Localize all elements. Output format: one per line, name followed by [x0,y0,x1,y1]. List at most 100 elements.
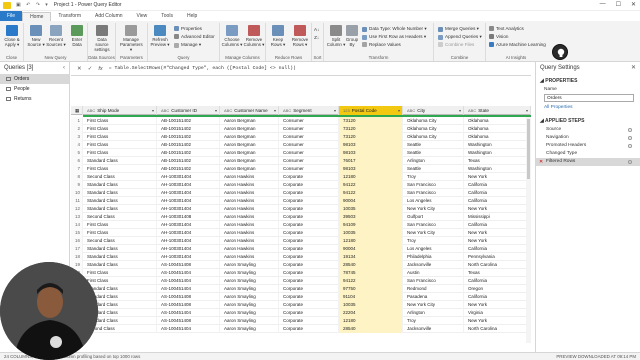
column-type-icon[interactable]: ABC [468,108,476,113]
cancel-formula-icon[interactable]: ✕ [77,66,82,72]
vertical-scrollbar[interactable] [526,117,531,343]
table-cell[interactable]: Seattle [403,141,464,149]
table-cell[interactable]: Aaron Bergman [220,141,279,149]
filter-dropdown-icon[interactable]: ▾ [398,106,400,115]
table-cell[interactable]: Arlington [403,157,464,165]
query-item-people[interactable]: People [0,84,69,94]
table-cell[interactable]: Oklahoma City [403,117,464,125]
table-cell[interactable]: AS-100451408 [157,317,220,325]
column-header[interactable]: ABC Segment ▾ [279,106,339,115]
table-cell[interactable]: Aaron Smayling [220,285,279,293]
filter-dropdown-icon[interactable]: ▾ [526,106,528,115]
table-cell[interactable]: Aaron Hawkins [220,197,279,205]
table-cell[interactable]: 98103 [339,149,403,157]
table-cell[interactable]: AS-100451404 [157,277,220,285]
table-row[interactable]: 1 First Class AB-100151402 Aaron Bergman Con… [71,117,531,125]
table-cell[interactable]: Consumer [279,117,339,125]
table-cell[interactable]: Corporate [279,285,339,293]
table-cell[interactable]: California [464,245,531,253]
table-cell[interactable]: Austin [403,269,464,277]
table-cell[interactable]: New York [464,317,531,325]
table-cell[interactable]: Aaron Bergman [220,125,279,133]
enter-data-button[interactable]: Enter Data [66,25,88,47]
step-promoted-headers[interactable]: Promoted Headers [536,142,640,150]
column-header[interactable]: 123 Postal Code ▾ [339,106,403,115]
table-cell[interactable]: Washington [464,165,531,173]
manage-button[interactable]: Manage ▾ [174,42,201,48]
table-cell[interactable]: 10035 [339,205,403,213]
table-cell[interactable]: AH-100301408 [157,213,220,221]
data-type-dropdown[interactable]: Data Type: Whole Number ▾ [362,26,427,32]
filter-dropdown-icon[interactable]: ▾ [459,106,461,115]
table-row[interactable]: 22Standard ClassAS-100451404Aaron Smayli… [71,285,531,293]
table-cell[interactable]: California [464,189,531,197]
table-cell[interactable]: Oklahoma City [403,133,464,141]
column-header[interactable]: ABC Customer ID ▾ [157,106,220,115]
table-row[interactable]: 26Standard ClassAS-100451408Aaron Smayli… [71,317,531,325]
tab-view[interactable]: View [130,12,155,21]
table-cell[interactable]: Aaron Smayling [220,269,279,277]
table-row[interactable]: 6 Standard Class AB-100151402 Aaron Bergman… [71,157,531,165]
table-cell[interactable]: Corporate [279,181,339,189]
table-cell[interactable]: Aaron Smayling [220,317,279,325]
table-cell[interactable]: 90004 [339,197,403,205]
table-cell[interactable]: Aaron Hawkins [220,229,279,237]
confirm-formula-icon[interactable]: ✓ [88,66,93,72]
table-cell[interactable]: San Francisco [403,277,464,285]
close-settings-icon[interactable]: ✕ [631,62,636,74]
table-cell[interactable]: New York City [403,301,464,309]
table-cell[interactable]: Standard Class [83,197,157,205]
table-cell[interactable]: Corporate [279,253,339,261]
table-cell[interactable]: Corporate [279,317,339,325]
query-name-input[interactable]: Orders [544,94,634,102]
formula-input[interactable]: = Table.SelectRows(#"Changed Type", each… [109,66,296,71]
query-item-returns[interactable]: Returns [0,94,69,104]
table-row[interactable]: 15 First Class AH-100301404 Aaron Hawkins Co… [71,229,531,237]
table-cell[interactable]: 73120 [339,133,403,141]
table-cell[interactable]: Aaron Bergman [220,149,279,157]
table-cell[interactable]: AB-100151402 [157,125,220,133]
table-cell[interactable]: AH-100301404 [157,205,220,213]
table-cell[interactable]: AB-100151402 [157,165,220,173]
table-cell[interactable]: First Class [83,229,157,237]
table-cell[interactable]: AH-100301404 [157,245,220,253]
table-cell[interactable]: Aaron Smayling [220,293,279,301]
table-cell[interactable]: 12180 [339,237,403,245]
table-cell[interactable]: First Class [83,165,157,173]
table-cell[interactable]: AS-100451404 [157,325,220,333]
table-cell[interactable]: Aaron Hawkins [220,245,279,253]
table-corner-menu-icon[interactable]: ▦ [71,106,83,115]
table-cell[interactable]: 28540 [339,325,403,333]
table-row[interactable]: 12 Standard Class AH-100301404 Aaron Hawkin… [71,205,531,213]
table-cell[interactable]: Corporate [279,237,339,245]
first-row-headers-button[interactable]: Use First Row as Headers ▾ [362,34,426,40]
table-cell[interactable]: Redmond [403,285,464,293]
table-cell[interactable]: AB-100151402 [157,133,220,141]
table-cell[interactable]: New York [464,205,531,213]
table-row[interactable]: 17 Standard Class AH-100301404 Aaron Hawkin… [71,245,531,253]
table-row[interactable]: 21First ClassAS-100451404Aaron SmaylingC… [71,277,531,285]
table-cell[interactable]: Aaron Hawkins [220,173,279,181]
table-cell[interactable]: Aaron Bergman [220,165,279,173]
table-cell[interactable]: Corporate [279,197,339,205]
step-settings-gear-icon[interactable] [628,160,632,164]
table-cell[interactable]: Second Class [83,213,157,221]
tab-file[interactable]: File [0,11,23,21]
table-cell[interactable]: Los Angeles [403,197,464,205]
table-cell[interactable]: Oklahoma [464,133,531,141]
table-cell[interactable]: AH-100301404 [157,197,220,205]
table-cell[interactable]: Standard Class [83,253,157,261]
column-header[interactable]: ABC Customer Name ▾ [220,106,279,115]
table-row[interactable]: 2 First Class AB-100151402 Aaron Bergman Con… [71,125,531,133]
column-header[interactable]: ABC State ▾ [464,106,531,115]
table-cell[interactable]: AS-100451408 [157,301,220,309]
table-cell[interactable]: Oklahoma City [403,125,464,133]
table-cell[interactable]: First Class [83,269,157,277]
table-cell[interactable]: Aaron Hawkins [220,181,279,189]
table-cell[interactable]: AH-100301404 [157,181,220,189]
table-cell[interactable]: New York [464,301,531,309]
table-cell[interactable]: San Francisco [403,221,464,229]
tab-help[interactable]: Help [180,12,204,21]
table-row[interactable]: 7 First Class AB-100151402 Aaron Bergman Con… [71,165,531,173]
table-cell[interactable]: Los Angeles [403,245,464,253]
